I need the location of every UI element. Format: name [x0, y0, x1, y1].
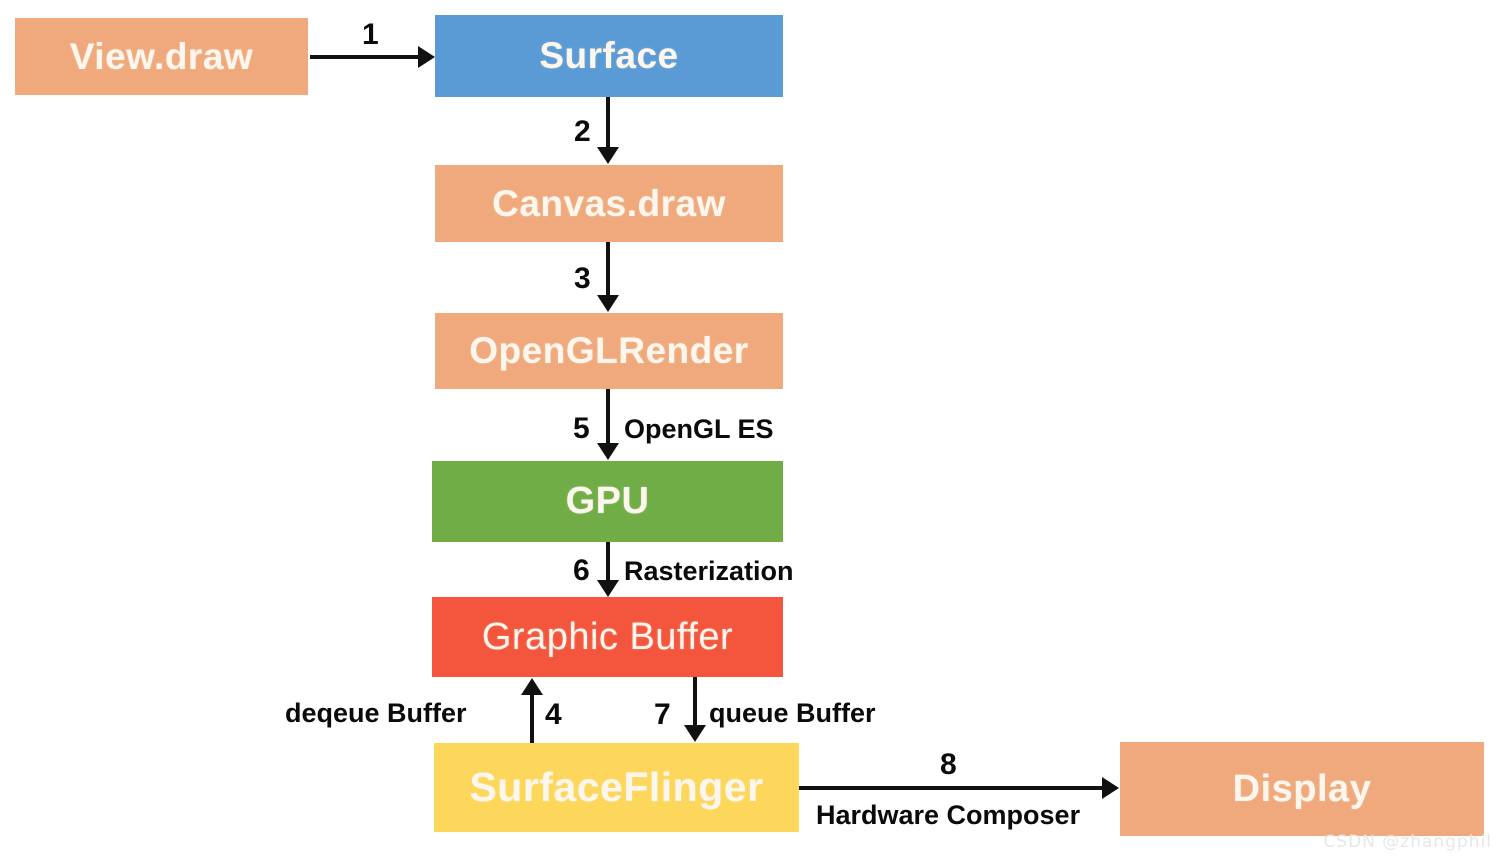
edge-7-text: queue Buffer	[709, 698, 876, 728]
edge-2-number: 2	[574, 115, 591, 148]
node-graphic-buffer[interactable]: Graphic Buffer	[432, 597, 783, 677]
edge-1-number: 1	[362, 18, 379, 51]
node-gpu-label: GPU	[565, 480, 650, 522]
node-display-label: Display	[1232, 767, 1372, 810]
node-canvas-draw[interactable]: Canvas.draw	[435, 165, 783, 242]
edge-3-number: 3	[574, 262, 591, 295]
edge-4-arrowhead-icon	[521, 678, 543, 695]
node-gpu[interactable]: GPU	[432, 461, 783, 542]
edge-6-text: Rasterization	[624, 556, 794, 586]
edge-1-line	[310, 55, 420, 59]
node-surface[interactable]: Surface	[435, 15, 783, 97]
edge-4-number: 4	[545, 698, 562, 731]
edge-6-line	[606, 542, 610, 582]
node-surfaceflinger[interactable]: SurfaceFlinger	[434, 743, 799, 832]
edge-5-arrowhead-icon	[597, 443, 619, 460]
edge-6-arrowhead-icon	[597, 580, 619, 597]
diagram-canvas: View.draw Surface Canvas.draw OpenGLRend…	[0, 0, 1500, 856]
edge-7-arrowhead-icon	[684, 725, 706, 742]
edge-4-line	[530, 694, 534, 743]
node-view-draw[interactable]: View.draw	[15, 18, 308, 95]
edge-5-text: OpenGL ES	[624, 414, 774, 444]
edge-8-text: Hardware Composer	[816, 800, 1081, 830]
edge-1-arrowhead-icon	[418, 46, 435, 68]
watermark: CSDN @zhangphil	[1323, 832, 1492, 852]
node-display[interactable]: Display	[1120, 742, 1484, 836]
edge-8-line	[799, 786, 1104, 790]
node-canvas-draw-label: Canvas.draw	[492, 182, 726, 224]
edge-7-number: 7	[654, 698, 671, 731]
edge-3-line	[606, 242, 610, 297]
node-surfaceflinger-label: SurfaceFlinger	[469, 764, 764, 810]
node-view-draw-label: View.draw	[69, 35, 254, 77]
edge-8-arrowhead-icon	[1102, 777, 1119, 799]
edge-4-text: deqeue Buffer	[285, 698, 467, 728]
edge-8-number: 8	[940, 748, 957, 781]
edge-2-line	[606, 97, 610, 149]
edge-3-arrowhead-icon	[597, 295, 619, 312]
edge-7-line	[693, 677, 697, 727]
node-opengl-render[interactable]: OpenGLRender	[435, 313, 783, 389]
node-graphic-buffer-label: Graphic Buffer	[481, 615, 734, 658]
node-opengl-render-label: OpenGLRender	[469, 330, 749, 371]
node-surface-label: Surface	[539, 35, 679, 76]
edge-5-number: 5	[573, 412, 590, 445]
edge-5-line	[606, 389, 610, 445]
edge-2-arrowhead-icon	[597, 147, 619, 164]
edge-6-number: 6	[573, 554, 590, 587]
